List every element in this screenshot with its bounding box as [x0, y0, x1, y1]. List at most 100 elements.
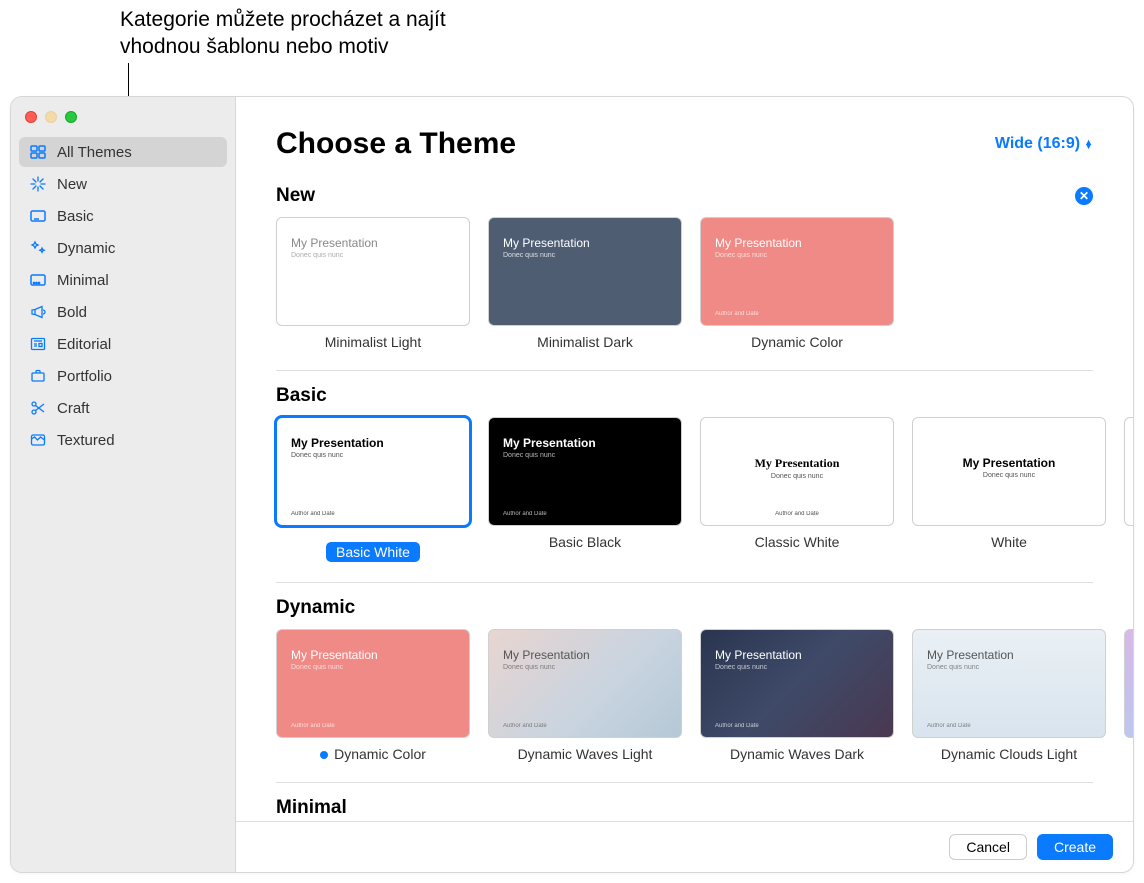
sparkle-icon [29, 175, 47, 193]
thumb-title: My Presentation [715, 648, 879, 662]
section-title: Minimal [276, 797, 347, 819]
thumb-author: Author and Date [503, 723, 667, 729]
thumb-title: My Presentation [715, 236, 879, 250]
sidebar-item-label: Minimal [57, 272, 109, 289]
theme-row-new: My Presentation Donec quis nunc Minimali… [276, 217, 1093, 364]
thumb-author: Author and Date [715, 311, 879, 317]
sidebar-item-basic[interactable]: Basic [19, 201, 227, 231]
theme-label: Dynamic Clouds Light [912, 746, 1106, 762]
megaphone-icon [29, 303, 47, 321]
section-dynamic: Dynamic My Presentation Donec quis nunc … [276, 597, 1093, 783]
theme-white[interactable]: My Presentation Donec quis nunc White [912, 417, 1106, 562]
theme-basic-white[interactable]: My Presentation Donec quis nunc Author a… [276, 417, 470, 562]
sidebar-item-label: Craft [57, 400, 90, 417]
theme-minimalist-light[interactable]: My Presentation Donec quis nunc Minimali… [276, 217, 470, 350]
theme-dynamic-waves-dark[interactable]: My Presentation Donec quis nunc Author a… [700, 629, 894, 762]
thumb-author: Author and Date [503, 511, 667, 517]
theme-dynamic-clouds-light[interactable]: My Presentation Donec quis nunc Author a… [912, 629, 1106, 762]
thumb-author: Author and Date [701, 511, 893, 517]
aspect-ratio-picker[interactable]: Wide (16:9) ▲▼ [995, 135, 1093, 153]
thumb-title: My Presentation [291, 648, 455, 662]
thumb-subtitle: Donec quis nunc [291, 252, 455, 259]
theme-label-selected: Basic White [326, 542, 420, 562]
thumb-author: Author and Date [715, 723, 879, 729]
theme-dynamic-color[interactable]: My Presentation Donec quis nunc Author a… [276, 629, 470, 762]
section-title: Dynamic [276, 597, 355, 619]
create-button[interactable]: Create [1037, 834, 1113, 860]
newspaper-icon [29, 335, 47, 353]
sidebar-item-portfolio[interactable]: Portfolio [19, 361, 227, 391]
theme-basic-black[interactable]: My Presentation Donec quis nunc Author a… [488, 417, 682, 562]
thumb-title: My Presentation [503, 648, 667, 662]
sidebar-item-label: All Themes [57, 144, 132, 161]
sidebar-item-label: Editorial [57, 336, 111, 353]
theme-label: Basic Black [488, 534, 682, 550]
sidebar-item-minimal[interactable]: Minimal [19, 265, 227, 295]
theme-label: Dynamic Color [276, 746, 470, 762]
sidebar-item-new[interactable]: New [19, 169, 227, 199]
sidebar-item-bold[interactable]: Bold [19, 297, 227, 327]
thumb-subtitle: Donec quis nunc [927, 664, 1091, 671]
fullscreen-window-button[interactable] [65, 111, 77, 123]
theme-peek[interactable] [1124, 629, 1133, 738]
theme-label: Dynamic Color [700, 334, 894, 350]
theme-row-dynamic: My Presentation Donec quis nunc Author a… [276, 629, 1093, 776]
minimize-window-button[interactable] [45, 111, 57, 123]
theme-scroll-area[interactable]: New ✕ My Presentation Donec quis nunc Mi… [236, 171, 1133, 821]
dots-icon [29, 271, 47, 289]
thumb-subtitle: Donec quis nunc [291, 664, 455, 671]
theme-label: Minimalist Dark [488, 334, 682, 350]
aspect-ratio-label: Wide (16:9) [995, 135, 1080, 153]
thumb-title: My Presentation [503, 436, 667, 450]
theme-label: Dynamic Waves Light [488, 746, 682, 762]
divider [276, 582, 1093, 583]
thumb-subtitle: Donec quis nunc [715, 252, 879, 259]
divider [276, 782, 1093, 783]
theme-peek[interactable] [1124, 417, 1133, 526]
main-header: Choose a Theme Wide (16:9) ▲▼ [236, 97, 1133, 171]
briefcase-icon [29, 367, 47, 385]
sidebar-item-all-themes[interactable]: All Themes [19, 137, 227, 167]
dismiss-new-badge[interactable]: ✕ [1075, 187, 1093, 205]
theme-label: White [912, 534, 1106, 550]
rectangle-icon [29, 207, 47, 225]
sidebar-item-dynamic[interactable]: Dynamic [19, 233, 227, 263]
thumb-subtitle: Donec quis nunc [771, 473, 823, 480]
theme-dynamic-color-new[interactable]: My Presentation Donec quis nunc Author a… [700, 217, 894, 350]
thumb-author: Author and Date [291, 511, 455, 517]
thumb-subtitle: Donec quis nunc [291, 452, 455, 459]
footer: Cancel Create [236, 821, 1133, 872]
dynamic-dot-icon [320, 751, 328, 759]
theme-dynamic-waves-light[interactable]: My Presentation Donec quis nunc Author a… [488, 629, 682, 762]
section-basic: Basic My Presentation Donec quis nunc Au… [276, 385, 1093, 583]
thumb-subtitle: Donec quis nunc [503, 452, 667, 459]
main-content: Choose a Theme Wide (16:9) ▲▼ New ✕ My [236, 97, 1133, 872]
page-title: Choose a Theme [276, 127, 516, 161]
close-window-button[interactable] [25, 111, 37, 123]
thumb-title: My Presentation [291, 236, 455, 250]
thumb-subtitle: Donec quis nunc [503, 252, 667, 259]
theme-row-basic: My Presentation Donec quis nunc Author a… [276, 417, 1093, 576]
thumb-title: My Presentation [291, 436, 455, 450]
thumb-subtitle: Donec quis nunc [715, 664, 879, 671]
thumb-title: My Presentation [755, 456, 840, 471]
sidebar: All Themes New Basic Dynamic [11, 97, 236, 872]
sidebar-item-label: New [57, 176, 87, 193]
section-title: New [276, 185, 315, 207]
window-controls [11, 105, 235, 137]
sidebar-item-editorial[interactable]: Editorial [19, 329, 227, 359]
sidebar-item-label: Portfolio [57, 368, 112, 385]
thumb-title: My Presentation [927, 648, 1091, 662]
theme-chooser-window: All Themes New Basic Dynamic [10, 96, 1134, 873]
thumb-author: Author and Date [291, 723, 455, 729]
sidebar-items: All Themes New Basic Dynamic [11, 137, 235, 455]
callout-annotation: Kategorie můžete procházet a najít vhodn… [120, 6, 480, 61]
theme-label: Minimalist Light [276, 334, 470, 350]
thumb-title: My Presentation [963, 456, 1056, 470]
cancel-button[interactable]: Cancel [949, 834, 1027, 860]
theme-minimalist-dark[interactable]: My Presentation Donec quis nunc Minimali… [488, 217, 682, 350]
sidebar-item-textured[interactable]: Textured [19, 425, 227, 455]
sidebar-item-craft[interactable]: Craft [19, 393, 227, 423]
theme-classic-white[interactable]: My Presentation Donec quis nunc Author a… [700, 417, 894, 562]
grid-icon [29, 143, 47, 161]
